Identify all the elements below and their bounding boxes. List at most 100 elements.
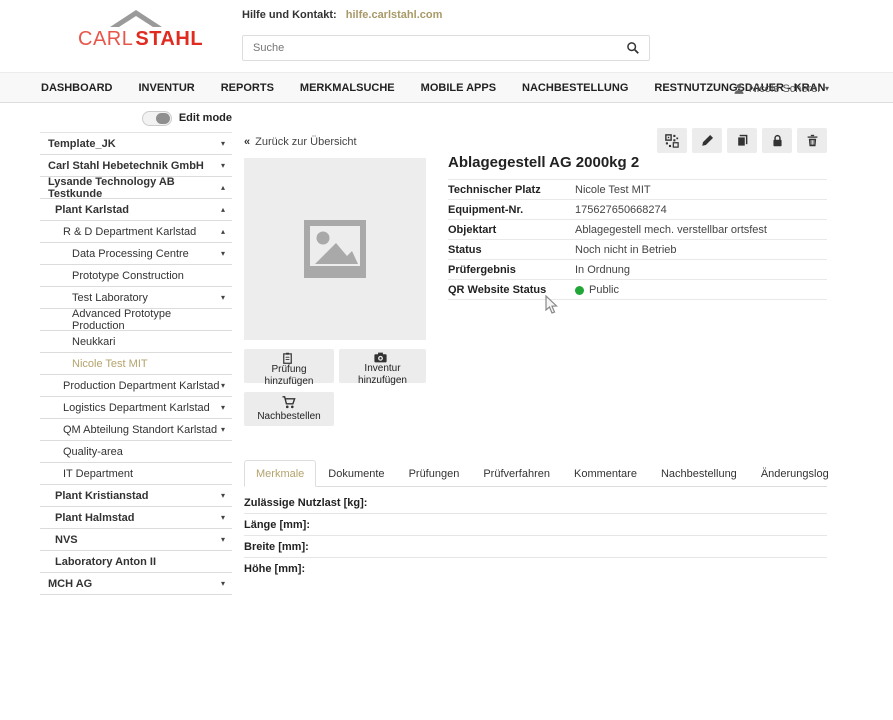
sidebar-item-prototype-construction[interactable]: Prototype Construction <box>40 265 232 287</box>
qr-code-button[interactable] <box>657 128 687 153</box>
chevron-down-icon[interactable]: ▾ <box>221 293 225 302</box>
tab-bar: Merkmale Dokumente Prüfungen Prüfverfahr… <box>244 460 827 487</box>
page-title: Ablagegestell AG 2000kg 2 <box>448 154 827 171</box>
sidebar-item-logistics-department[interactable]: Logistics Department Karlstad▾ <box>40 397 232 419</box>
equipment-details: Ablagegestell AG 2000kg 2 Technischer Pl… <box>448 154 827 300</box>
pencil-icon <box>701 134 714 147</box>
tab-merkmale[interactable]: Merkmale <box>244 460 316 487</box>
chevron-down-icon[interactable]: ▾ <box>221 535 225 544</box>
chevron-up-icon[interactable]: ▴ <box>221 183 225 192</box>
help-and-contact: Hilfe und Kontakt: hilfe.carlstahl.com <box>242 9 442 21</box>
tab-pruefverfahren[interactable]: Prüfverfahren <box>471 460 562 487</box>
tab-nachbestellung[interactable]: Nachbestellung <box>649 460 749 487</box>
sidebar-item-data-processing-centre[interactable]: Data Processing Centre▾ <box>40 243 232 265</box>
sidebar-item-carl-stahl-hebetechnik[interactable]: Carl Stahl Hebetechnik GmbH▾ <box>40 155 232 177</box>
detail-row-equipment-nr: Equipment-Nr. 175627650668274 <box>448 200 827 220</box>
tab-pruefungen[interactable]: Prüfungen <box>397 460 472 487</box>
sidebar-item-neukkari[interactable]: Neukkari <box>40 331 232 353</box>
detail-row-objektart: Objektart Ablagegestell mech. verstellba… <box>448 220 827 240</box>
detail-row-technischer-platz: Technischer Platz Nicole Test MIT <box>448 180 827 200</box>
qr-code-icon <box>665 134 679 148</box>
details-table: Technischer Platz Nicole Test MIT Equipm… <box>448 179 827 300</box>
chevron-down-icon[interactable]: ▾ <box>221 425 225 434</box>
sidebar-item-template-jk[interactable]: Template_JK▾ <box>40 133 232 155</box>
roof-icon <box>110 10 162 27</box>
sidebar-item-mch-ag[interactable]: MCH AG▾ <box>40 573 232 595</box>
cart-icon <box>282 396 296 409</box>
double-chevron-left-icon: « <box>244 136 250 148</box>
copy-button[interactable] <box>727 128 757 153</box>
sidebar-item-it-department[interactable]: IT Department <box>40 463 232 485</box>
sidebar-item-nvs[interactable]: NVS▾ <box>40 529 232 551</box>
edit-mode-label: Edit mode <box>179 112 232 124</box>
edit-mode-toggle[interactable] <box>142 111 172 126</box>
help-label: Hilfe und Kontakt: <box>242 9 337 21</box>
sidebar: Edit mode Template_JK▾ Carl Stahl Hebete… <box>40 106 232 595</box>
sidebar-item-nicole-test-mit[interactable]: Nicole Test MIT <box>40 353 232 375</box>
sidebar-item-plant-kristianstad[interactable]: Plant Kristianstad▾ <box>40 485 232 507</box>
chevron-down-icon[interactable]: ▾ <box>221 403 225 412</box>
sidebar-item-plant-halmstad[interactable]: Plant Halmstad▾ <box>40 507 232 529</box>
add-inventory-button[interactable]: Inventur hinzufügen <box>339 349 426 383</box>
status-dot-green <box>575 286 584 295</box>
tab-kommentare[interactable]: Kommentare <box>562 460 649 487</box>
chevron-down-icon[interactable]: ▾ <box>221 513 225 522</box>
chevron-down-icon[interactable]: ▾ <box>221 381 225 390</box>
lock-icon <box>771 134 784 147</box>
nav-mobile-apps[interactable]: MOBILE APPS <box>408 82 509 94</box>
tab-aenderungslog[interactable]: Änderungslog <box>749 460 841 487</box>
user-menu[interactable]: Nicole Scherer ▾ <box>733 73 829 104</box>
edit-button[interactable] <box>692 128 722 153</box>
nav-dashboard[interactable]: DASHBOARD <box>28 82 126 94</box>
tab-dokumente[interactable]: Dokumente <box>316 460 396 487</box>
edit-mode-row: Edit mode <box>40 106 232 130</box>
chevron-down-icon[interactable]: ▾ <box>221 579 225 588</box>
sidebar-item-rd-department[interactable]: R & D Department Karlstad▴ <box>40 221 232 243</box>
sidebar-item-plant-karlstad[interactable]: Plant Karlstad▴ <box>40 199 232 221</box>
main-nav: DASHBOARD INVENTUR REPORTS MERKMALSUCHE … <box>0 72 893 103</box>
back-to-overview-link[interactable]: «Zurück zur Übersicht <box>244 136 357 148</box>
add-inspection-button[interactable]: Prüfung hinzufügen <box>244 349 334 383</box>
clipboard-icon <box>282 352 293 364</box>
image-placeholder-icon <box>302 218 368 280</box>
sidebar-item-lysande-technology[interactable]: Lysande Technology AB Testkunde▴ <box>40 177 232 199</box>
chevron-up-icon[interactable]: ▴ <box>221 205 225 214</box>
delete-button[interactable] <box>797 128 827 153</box>
detail-row-status: Status Noch nicht in Betrieb <box>448 240 827 260</box>
nav-nachbestellung[interactable]: NACHBESTELLUNG <box>509 82 641 94</box>
chevron-down-icon[interactable]: ▾ <box>221 161 225 170</box>
attribute-laenge: Länge [mm]: <box>244 514 827 536</box>
equipment-image-placeholder <box>244 158 426 340</box>
chevron-down-icon[interactable]: ▾ <box>221 249 225 258</box>
help-link[interactable]: hilfe.carlstahl.com <box>346 9 443 21</box>
action-toolbar <box>657 128 827 153</box>
sidebar-item-qm-abteilung[interactable]: QM Abteilung Standort Karlstad▾ <box>40 419 232 441</box>
detail-row-qr-website-status: QR Website Status Public <box>448 280 827 300</box>
org-tree: Template_JK▾ Carl Stahl Hebetechnik GmbH… <box>40 132 232 595</box>
attribute-zulaessige-nutzlast: Zulässige Nutzlast [kg]: <box>244 492 827 514</box>
search-input[interactable] <box>243 42 626 54</box>
carl-stahl-logo[interactable]: CARLSTAHL <box>78 10 194 51</box>
page: CARLSTAHL Hilfe und Kontakt: hilfe.carls… <box>0 0 893 720</box>
sidebar-item-laboratory-anton-ii[interactable]: Laboratory Anton II <box>40 551 232 573</box>
logo-wordmark: CARLSTAHL <box>78 28 194 51</box>
user-name: Nicole Scherer <box>749 83 821 95</box>
attributes-list: Zulässige Nutzlast [kg]: Länge [mm]: Bre… <box>244 492 827 580</box>
nav-merkmalsuche[interactable]: MERKMALSUCHE <box>287 82 408 94</box>
sidebar-item-advanced-prototype-production[interactable]: Advanced Prototype Production <box>40 309 232 331</box>
attribute-hoehe: Höhe [mm]: <box>244 558 827 580</box>
reorder-button[interactable]: Nachbestellen <box>244 392 334 426</box>
sidebar-item-test-laboratory[interactable]: Test Laboratory▾ <box>40 287 232 309</box>
sidebar-item-production-department[interactable]: Production Department Karlstad▾ <box>40 375 232 397</box>
sidebar-item-quality-area[interactable]: Quality-area <box>40 441 232 463</box>
status-badge: Public <box>589 284 619 296</box>
chevron-down-icon[interactable]: ▾ <box>221 139 225 148</box>
chevron-down-icon[interactable]: ▾ <box>221 491 225 500</box>
person-icon <box>733 83 745 95</box>
lock-button[interactable] <box>762 128 792 153</box>
nav-reports[interactable]: REPORTS <box>208 82 287 94</box>
search-icon[interactable] <box>626 41 640 55</box>
nav-inventur[interactable]: INVENTUR <box>126 82 208 94</box>
toggle-knob <box>156 113 170 124</box>
chevron-up-icon[interactable]: ▴ <box>221 227 225 236</box>
